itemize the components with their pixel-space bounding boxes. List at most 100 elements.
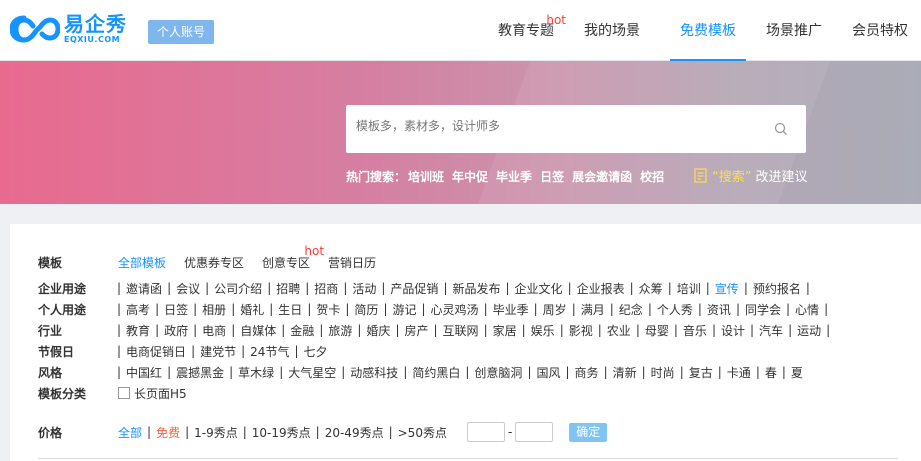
filter-option[interactable]: 草木绿 [238, 364, 274, 381]
filter-option[interactable]: 卡通 [727, 364, 751, 381]
price-over-50[interactable]: >50秀点 [398, 424, 447, 441]
filter-option[interactable]: 宣传 [715, 280, 739, 297]
logo[interactable]: 易企秀 EQXIU.COM [10, 14, 127, 44]
filter-option[interactable]: 游记 [392, 301, 416, 318]
filter-option[interactable]: 贺卡 [316, 301, 340, 318]
nav-item-education[interactable]: 教育专题 hot [498, 0, 566, 61]
hot-search-term[interactable]: 日签 [540, 168, 564, 185]
filter-option[interactable]: 会议 [176, 280, 200, 297]
tab-all-templates[interactable]: 全部模板 [118, 254, 166, 271]
filter-option[interactable]: 日签 [164, 301, 188, 318]
filter-option[interactable]: 旅游 [328, 322, 352, 339]
filter-option[interactable]: 七夕 [304, 343, 328, 360]
filter-option[interactable]: 个人秀 [657, 301, 693, 318]
filter-option[interactable]: 商务 [575, 364, 599, 381]
filter-option[interactable]: 复古 [689, 364, 713, 381]
divider: | [717, 365, 722, 379]
filter-option[interactable]: 娱乐 [531, 322, 555, 339]
filter-option[interactable]: 简历 [354, 301, 378, 318]
filter-option[interactable]: 清新 [613, 364, 637, 381]
filter-option[interactable]: 新品发布 [452, 280, 500, 297]
filter-option[interactable]: 邀请函 [126, 280, 162, 297]
filter-option[interactable]: 生日 [278, 301, 302, 318]
nav-item-promotion[interactable]: 场景推广 [766, 0, 822, 61]
hot-search-term[interactable]: 毕业季 [496, 168, 532, 185]
filter-option[interactable]: 纪念 [619, 301, 643, 318]
price-1-9[interactable]: 1-9秀点 [194, 424, 238, 441]
filter-option[interactable]: 创意脑洞 [474, 364, 522, 381]
filter-option[interactable]: 预约报名 [753, 280, 801, 297]
filter-option[interactable]: 自媒体 [240, 322, 276, 339]
filter-option[interactable]: 建党节 [200, 343, 236, 360]
hot-search-term[interactable]: 年中促 [452, 168, 488, 185]
filter-option[interactable]: 同学会 [745, 301, 781, 318]
confirm-button[interactable]: 确定 [569, 422, 608, 442]
tab-creative[interactable]: 创意专区 hot [262, 244, 324, 271]
filter-option[interactable]: 招商 [314, 280, 338, 297]
filter-option[interactable]: 24节气 [250, 343, 289, 360]
filter-option[interactable]: 毕业季 [493, 301, 529, 318]
filter-option[interactable]: 春 [765, 364, 777, 381]
filter-option[interactable]: 教育 [126, 322, 150, 339]
filter-option[interactable]: 互联网 [443, 322, 479, 339]
hot-search-term[interactable]: 展会邀请函 [572, 168, 632, 185]
personal-account-button[interactable]: 个人账号 [148, 20, 214, 44]
divider: | [231, 302, 236, 316]
filter-option[interactable]: 母婴 [645, 322, 669, 339]
filter-option[interactable]: 婚庆 [366, 322, 390, 339]
filter-option[interactable]: 运动 [797, 322, 821, 339]
filter-option[interactable]: 满月 [581, 301, 605, 318]
price-max-input[interactable] [515, 422, 554, 442]
filter-option[interactable]: 夏 [791, 364, 803, 381]
price-free[interactable]: 免费 [156, 424, 180, 441]
filter-option[interactable]: 简约黑白 [412, 364, 460, 381]
filter-option[interactable]: 房产 [404, 322, 428, 339]
filter-option[interactable]: 金融 [290, 322, 314, 339]
tab-coupon[interactable]: 优惠券专区 [184, 254, 244, 271]
price-20-49[interactable]: 20-49秀点 [325, 424, 384, 441]
filter-option[interactable]: 影视 [569, 322, 593, 339]
hot-search-term[interactable]: 培训班 [408, 168, 444, 185]
nav-item-membership[interactable]: 会员特权 [852, 0, 908, 61]
search-input[interactable] [356, 119, 756, 133]
filter-option[interactable]: 企业文化 [515, 280, 563, 297]
filter-option[interactable]: 培训 [677, 280, 701, 297]
filter-option[interactable]: 心灵鸡汤 [431, 301, 479, 318]
price-all[interactable]: 全部 [118, 424, 142, 441]
filter-option[interactable]: 震撼黑金 [176, 364, 224, 381]
filter-option[interactable]: 政府 [164, 322, 188, 339]
filter-option[interactable]: 产品促销 [390, 280, 438, 297]
filter-option[interactable]: 音乐 [683, 322, 707, 339]
filter-option[interactable]: 相册 [202, 301, 226, 318]
filter-option[interactable]: 电商促销日 [126, 343, 186, 360]
price-min-input[interactable] [466, 422, 505, 442]
long-page-checkbox[interactable] [118, 387, 130, 399]
filter-option[interactable]: 高考 [126, 301, 150, 318]
filter-option[interactable]: 家居 [493, 322, 517, 339]
tab-marketing-calendar[interactable]: 营销日历 [328, 254, 376, 271]
filter-option[interactable]: 心情 [795, 301, 819, 318]
filter-option[interactable]: 企业报表 [577, 280, 625, 297]
filter-option[interactable]: 电商 [202, 322, 226, 339]
filter-option[interactable]: 动感科技 [350, 364, 398, 381]
filter-option[interactable]: 农业 [607, 322, 631, 339]
filter-option[interactable]: 众筹 [639, 280, 663, 297]
filter-option[interactable]: 中国红 [126, 364, 162, 381]
filter-option[interactable]: 时尚 [651, 364, 675, 381]
search-feedback-link[interactable]: “搜索” 改进建议 [694, 166, 808, 185]
filter-option[interactable]: 招聘 [276, 280, 300, 297]
filter-option[interactable]: 汽车 [759, 322, 783, 339]
filter-option[interactable]: 公司介绍 [214, 280, 262, 297]
filter-option[interactable]: 大气星空 [288, 364, 336, 381]
filter-option[interactable]: 活动 [352, 280, 376, 297]
filter-option[interactable]: 国风 [536, 364, 560, 381]
nav-item-my-scenes[interactable]: 我的场景 [584, 0, 640, 61]
price-10-19[interactable]: 10-19秀点 [252, 424, 311, 441]
nav-item-free-templates[interactable]: 免费模板 [670, 0, 746, 61]
filter-option[interactable]: 婚礼 [240, 301, 264, 318]
filter-option[interactable]: 周岁 [543, 301, 567, 318]
search-icon[interactable] [774, 122, 788, 136]
filter-option[interactable]: 设计 [721, 322, 745, 339]
filter-option[interactable]: 资讯 [707, 301, 731, 318]
hot-search-term[interactable]: 校招 [640, 168, 664, 185]
